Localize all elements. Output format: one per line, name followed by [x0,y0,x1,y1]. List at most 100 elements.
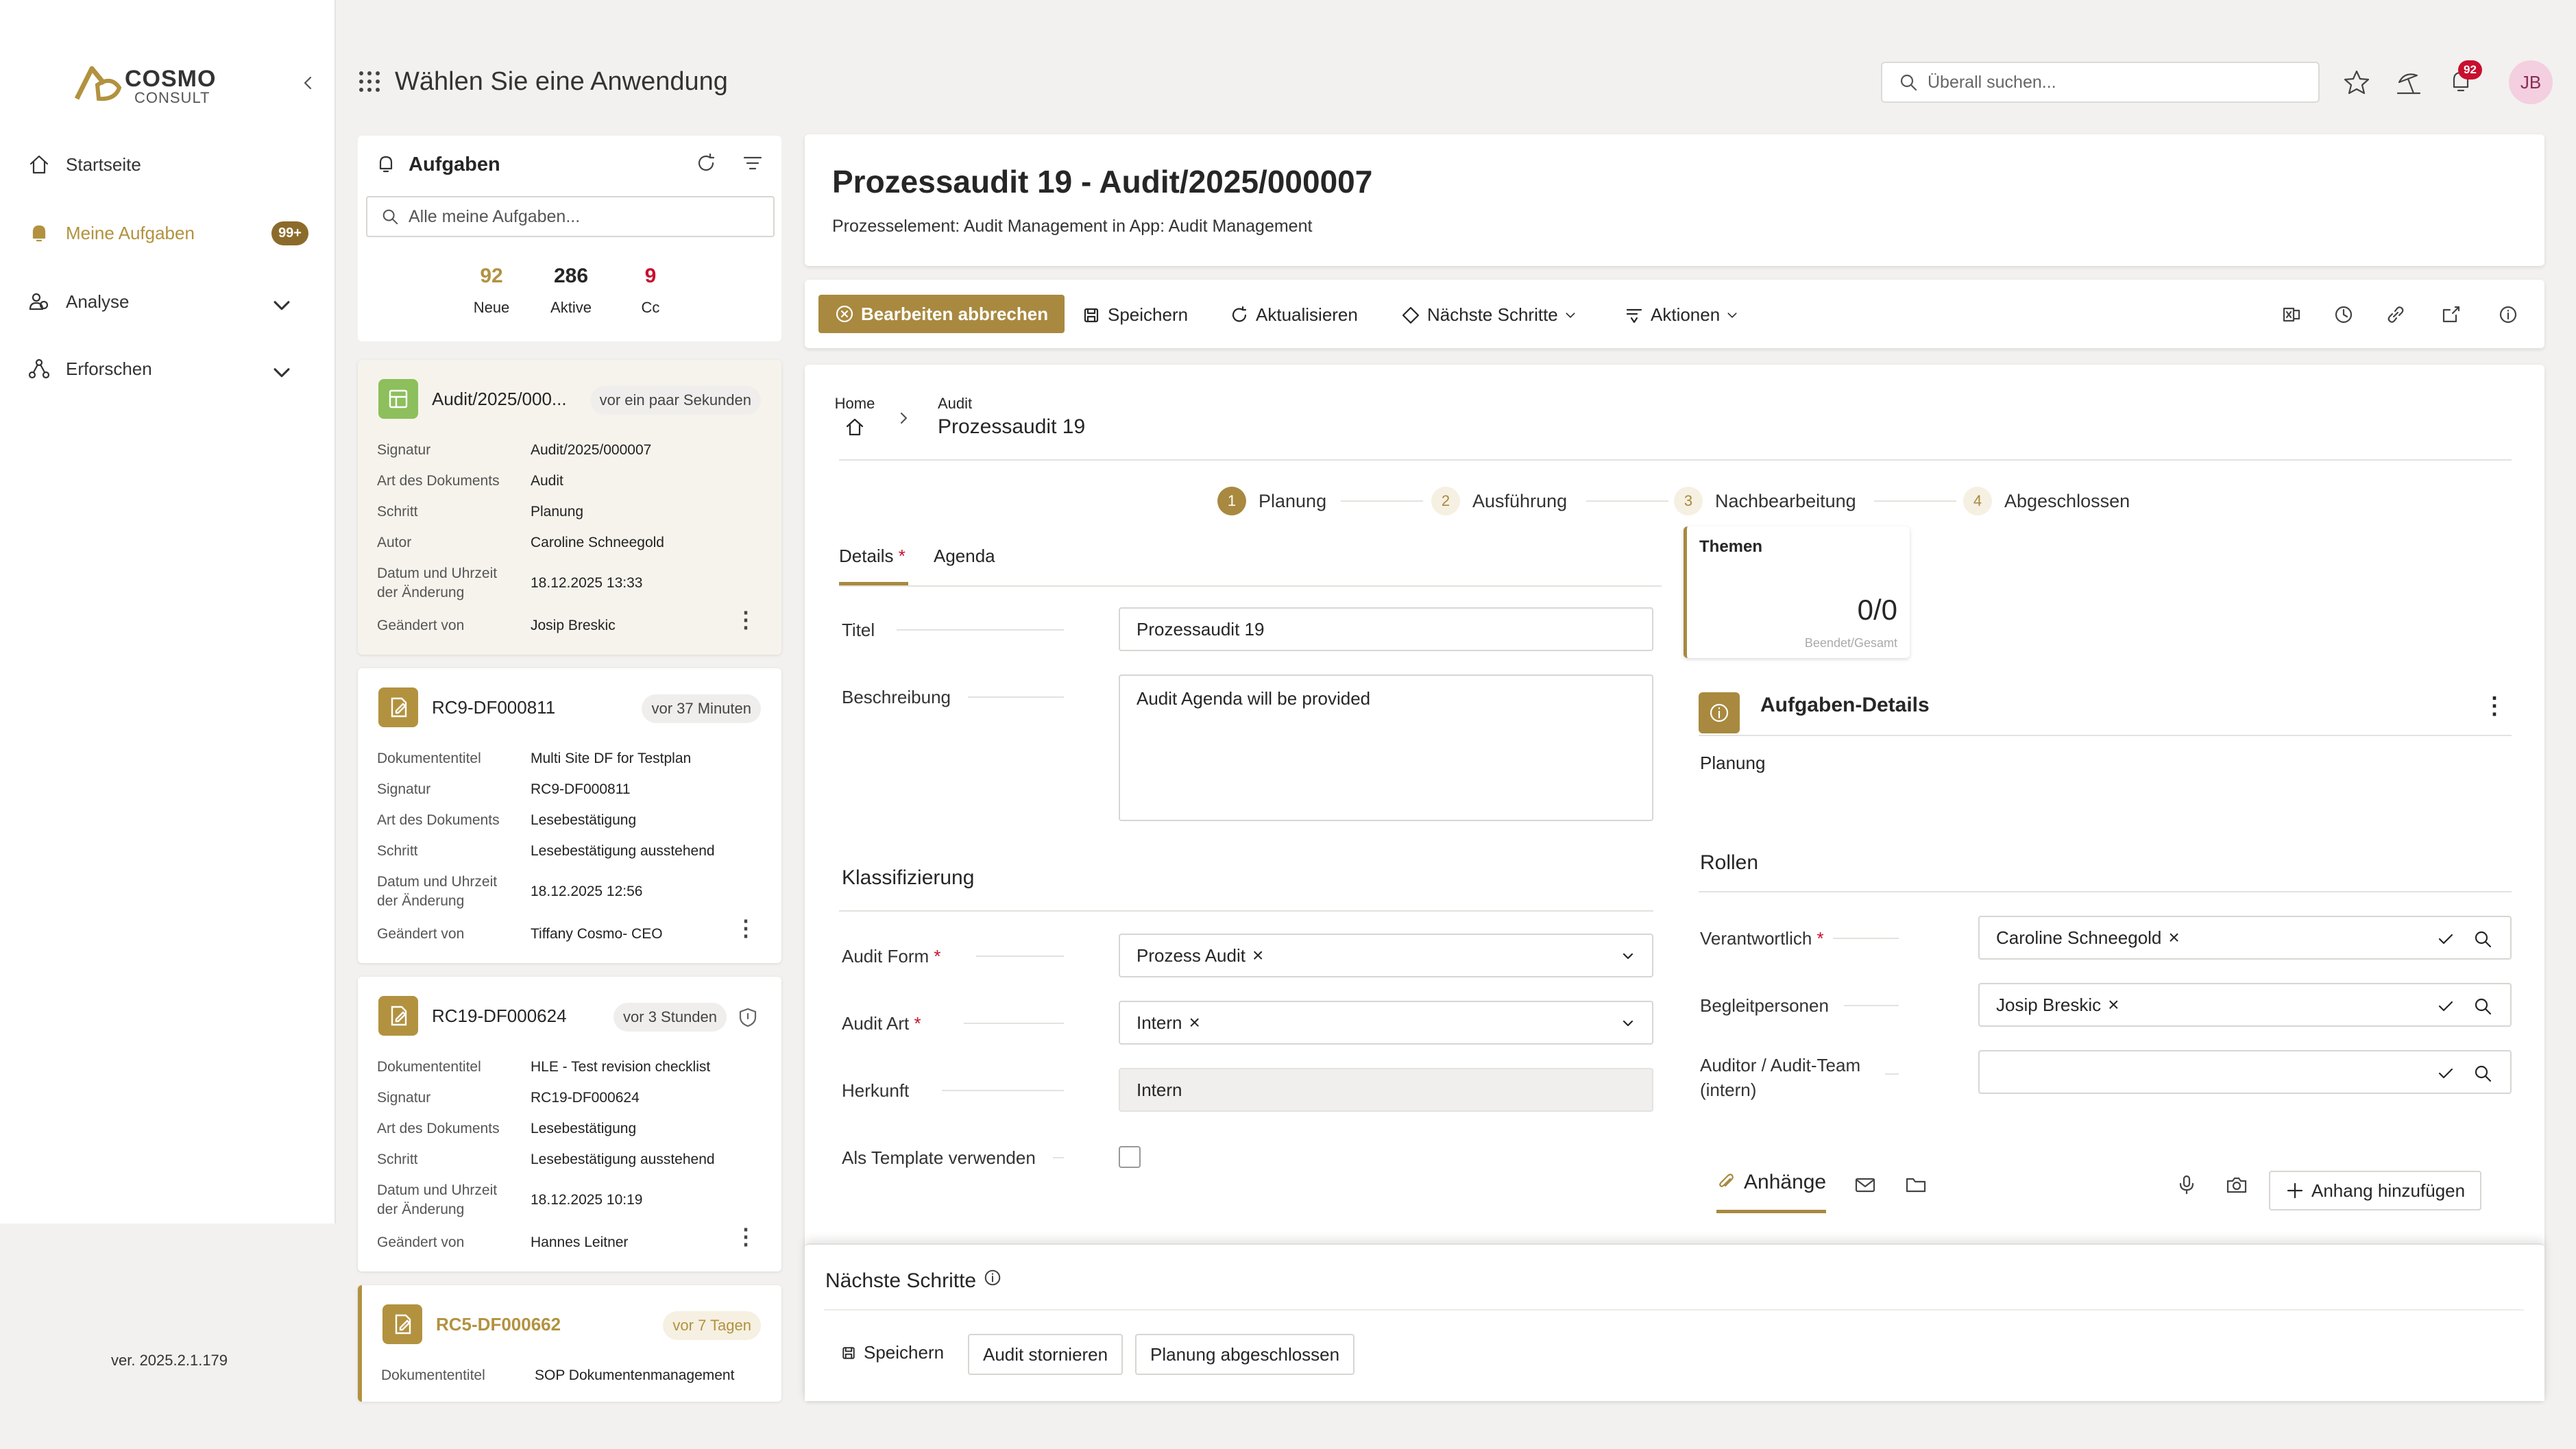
audit-art-select[interactable]: Intern × [1119,1001,1653,1045]
global-search[interactable]: Überall suchen... [1881,62,2320,103]
task-card[interactable]: RC19-DF000624 vor 3 Stunden Dokumententi… [358,977,781,1271]
beach-umbrella-icon[interactable] [2395,69,2422,96]
person-tag: Caroline Schneegold × [1996,927,2180,949]
remove-icon[interactable]: × [1252,945,1263,966]
next-steps-dropdown[interactable]: Nächste Schritte [1401,304,1584,326]
task-field-label: Dokumententitel [377,1059,481,1075]
share-icon[interactable] [2440,304,2461,325]
themen-card[interactable]: Themen 0/0 Beendet/Gesamt [1684,526,1910,658]
begleitpersonen-label: Begleitpersonen [1700,995,1829,1016]
step-nachbearbeitung[interactable]: 3 Nachbearbeitung [1674,487,1856,515]
verantwortlich-field[interactable]: Caroline Schneegold × [1978,916,2512,960]
titel-label: Titel [842,620,875,640]
planning-done-button[interactable]: Planung abgeschlossen [1135,1334,1355,1375]
stat-cc[interactable]: 9 Cc [613,265,688,317]
panel-save-button[interactable]: Speichern [840,1342,944,1363]
notifications[interactable]: 92 [2447,60,2482,97]
sidebar-item-erforschen[interactable]: Erforschen [27,348,308,389]
folder-icon[interactable] [1904,1173,1928,1197]
stat-new-label: Neue [473,299,510,316]
divider [839,459,2512,461]
more-options-icon[interactable]: ⋮ [735,915,757,941]
more-options-icon[interactable]: ⋮ [735,607,757,633]
tab-details[interactable]: Details * [839,546,908,585]
check-icon[interactable] [2436,929,2455,949]
step-connector [1874,500,1956,502]
task-card[interactable]: RC5-DF000662 vor 7 Tagen Dokumententitel… [358,1285,781,1402]
task-card[interactable]: RC9-DF000811 vor 37 Minuten Dokumententi… [358,668,781,963]
search-icon[interactable] [2473,929,2492,949]
cancel-audit-button[interactable]: Audit stornieren [968,1334,1123,1375]
remove-icon[interactable]: × [1189,1012,1200,1034]
app-title[interactable]: Wählen Sie eine Anwendung [395,67,728,97]
excel-icon[interactable] [2281,304,2302,325]
task-field-label: Signatur [377,1090,431,1106]
add-attachment-button[interactable]: Anhang hinzufügen [2269,1171,2482,1210]
stat-new[interactable]: 92 Neue [454,265,529,317]
check-icon[interactable] [2436,1064,2455,1083]
template-checkbox[interactable] [1119,1146,1141,1168]
task-card[interactable]: Audit/2025/000... vor ein paar Sekunden … [358,360,781,655]
stat-active[interactable]: 286 Aktive [533,265,609,317]
task-field-label: Schritt [377,504,418,520]
task-field-label: Art des Dokuments [377,1121,500,1136]
breadcrumb-parent[interactable]: Audit [938,395,972,413]
task-field-value: Audit/2025/000007 [531,442,652,458]
link-icon[interactable] [2385,304,2406,325]
check-icon[interactable] [2436,997,2455,1016]
titel-input[interactable]: Prozessaudit 19 [1119,607,1653,651]
microphone-icon[interactable] [2176,1173,2198,1195]
version-label: ver. 2025.2.1.179 [111,1352,228,1369]
refresh-icon [1232,306,1247,322]
remove-icon[interactable]: × [2108,994,2119,1016]
camera-icon[interactable] [2225,1173,2248,1197]
breadcrumb-home[interactable]: Home [831,395,879,441]
tasks-search-input[interactable]: Alle meine Aufgaben... [366,196,775,237]
step-abgeschlossen[interactable]: 4 Abgeschlossen [1963,487,2130,515]
tab-anhaenge[interactable]: Anhänge [1716,1171,1827,1213]
aufgaben-details-step: Planung [1700,753,1766,773]
sidebar-item-analyse[interactable]: Analyse [27,281,308,322]
chevron-down-icon [1727,312,1737,318]
app-grid-icon[interactable] [358,70,381,93]
info-icon[interactable] [983,1268,1002,1287]
mail-icon[interactable] [1854,1173,1877,1197]
document-edit-icon [378,996,418,1036]
more-options-icon[interactable]: ⋮ [2483,692,2506,720]
search-icon[interactable] [2473,997,2492,1016]
audit-art-label: Audit Art * [842,1013,921,1034]
auditor-field[interactable] [1978,1050,2512,1094]
begleitpersonen-field[interactable]: Josip Breskic × [1978,983,2512,1027]
logo-sub: CONSULT [134,89,210,106]
aufgaben-details-title: Aufgaben-Details [1760,694,1930,716]
beschreibung-textarea[interactable]: Audit Agenda will be provided [1119,674,1653,821]
task-field-label: Datum und Uhrzeit der Änderung [377,1182,498,1217]
avatar[interactable]: JB [2509,60,2553,104]
history-icon[interactable] [2333,304,2354,325]
star-icon[interactable] [2343,69,2370,96]
refresh-button[interactable]: Aktualisieren [1230,304,1358,326]
sidebar-item-meine-aufgaben[interactable]: Meine Aufgaben 99+ [27,212,308,254]
filter-icon[interactable] [742,152,764,174]
step-ausfuehrung[interactable]: 2 Ausführung [1431,487,1567,515]
task-field-value: Hannes Leitner [531,1234,629,1250]
tab-agenda[interactable]: Agenda [934,546,995,567]
divider [824,1309,2524,1311]
document-edit-icon [382,1304,422,1344]
person-tag: Josip Breskic × [1996,994,2119,1016]
remove-icon[interactable]: × [2168,927,2179,949]
save-button[interactable]: Speichern [1082,304,1188,326]
actions-dropdown[interactable]: Aktionen [1625,304,1746,326]
step-connector [1586,500,1668,502]
more-options-icon[interactable]: ⋮ [735,1223,757,1250]
collapse-sidebar-icon[interactable] [299,73,318,93]
search-icon[interactable] [2473,1064,2492,1083]
audit-form-select[interactable]: Prozess Audit × [1119,934,1653,977]
cancel-edit-button[interactable]: Bearbeiten abbrechen [818,295,1065,333]
step-planung[interactable]: 1 Planung [1217,487,1326,515]
refresh-icon[interactable] [695,152,717,174]
info-icon[interactable] [2498,304,2518,325]
themen-title: Themen [1699,537,1763,556]
actions-icon [1626,308,1642,323]
sidebar-item-startseite[interactable]: Startseite [27,144,308,185]
